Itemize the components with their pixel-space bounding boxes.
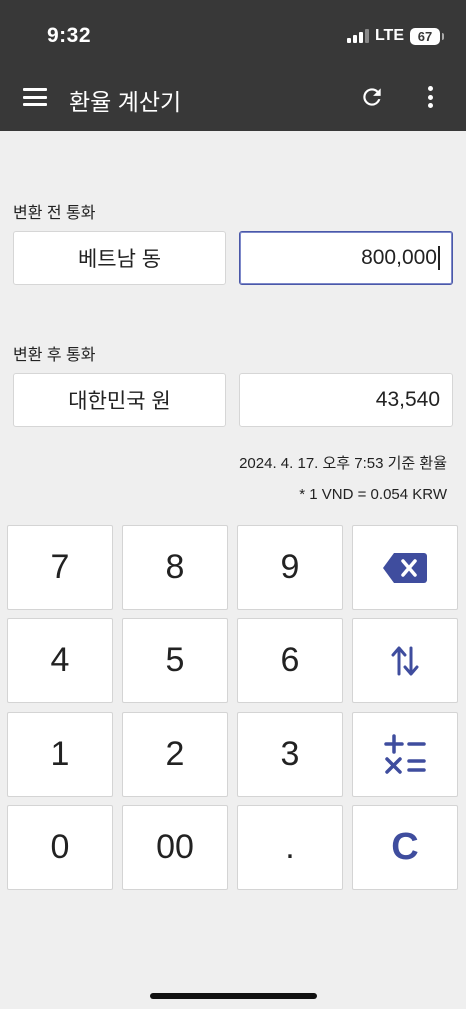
from-amount-value: 800,000	[361, 246, 437, 269]
key-6[interactable]: 6	[237, 618, 343, 703]
key-3[interactable]: 3	[237, 712, 343, 797]
status-time: 9:32	[47, 24, 92, 47]
text-cursor	[438, 246, 440, 270]
clear-button[interactable]: C	[352, 805, 458, 890]
swap-button[interactable]	[352, 618, 458, 703]
key-7[interactable]: 7	[7, 525, 113, 610]
key-decimal[interactable]: .	[237, 805, 343, 890]
to-amount-field[interactable]: 43,540	[239, 373, 453, 427]
key-8[interactable]: 8	[122, 525, 228, 610]
from-label: 변환 전 통화	[13, 205, 96, 222]
to-currency-select[interactable]: 대한민국 원	[13, 373, 226, 427]
key-2[interactable]: 2	[122, 712, 228, 797]
key-1[interactable]: 1	[7, 712, 113, 797]
key-00[interactable]: 00	[122, 805, 228, 890]
battery-icon: 67	[410, 27, 444, 45]
to-currency-name: 대한민국 원	[68, 390, 171, 413]
key-0[interactable]: 0	[7, 805, 113, 890]
key-9[interactable]: 9	[237, 525, 343, 610]
to-label: 변환 후 통화	[13, 347, 96, 364]
signal-icon	[346, 29, 369, 43]
from-amount-input[interactable]: 800,000	[239, 231, 453, 285]
app-title: 환율 계산기	[69, 89, 182, 115]
to-amount-value: 43,540	[375, 388, 440, 411]
from-currency-name: 베트남 동	[77, 248, 162, 271]
rate-timestamp: 2024. 4. 17. 오후 7:53 기준 환율	[239, 455, 447, 472]
menu-icon[interactable]	[23, 88, 47, 106]
refresh-icon[interactable]	[359, 84, 385, 110]
network-type: LTE	[374, 27, 404, 44]
calculator-button[interactable]	[352, 712, 458, 797]
swap-icon	[391, 646, 419, 675]
home-indicator[interactable]	[150, 993, 317, 999]
key-4[interactable]: 4	[7, 618, 113, 703]
key-5[interactable]: 5	[122, 618, 228, 703]
backspace-icon	[383, 552, 427, 583]
more-vert-icon[interactable]	[420, 84, 440, 110]
battery-level: 67	[417, 28, 433, 44]
calculator-icon	[384, 733, 426, 774]
status-indicators: LTE 67	[346, 27, 444, 45]
backspace-button[interactable]	[352, 525, 458, 610]
from-currency-select[interactable]: 베트남 동	[13, 231, 226, 285]
rate-value: * 1 VND = 0.054 KRW	[299, 486, 447, 503]
top-bar: 9:32 LTE 67 환율 계산기	[0, 0, 466, 131]
